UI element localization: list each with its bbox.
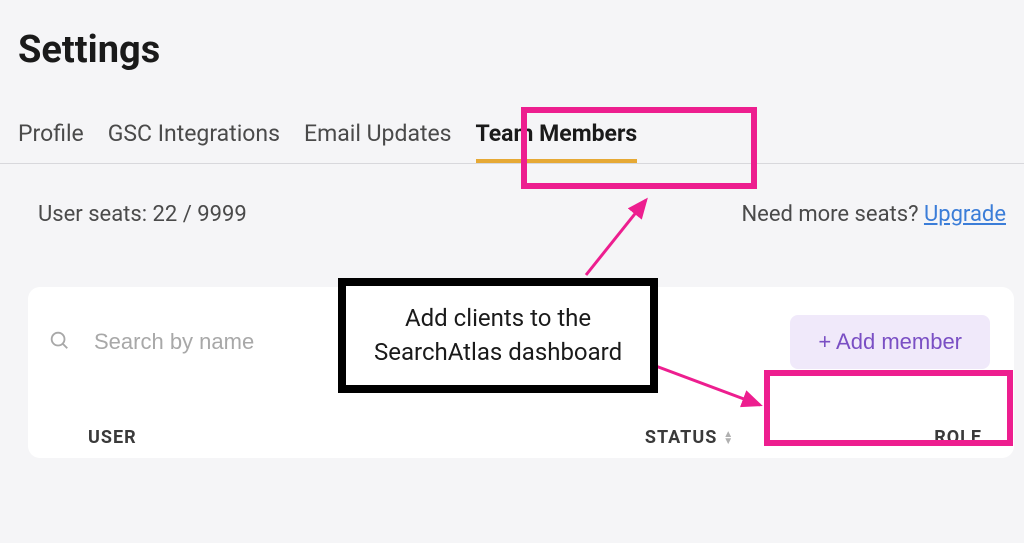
- tab-email-updates[interactable]: Email Updates: [304, 120, 452, 163]
- upgrade-prompt-text: Need more seats?: [741, 202, 924, 227]
- column-role[interactable]: ROLE: [934, 427, 982, 448]
- tab-team-members[interactable]: Team Members: [476, 120, 638, 163]
- upgrade-prompt: Need more seats? Upgrade: [741, 202, 1006, 227]
- tab-profile[interactable]: Profile: [18, 120, 84, 163]
- annotation-line-2: SearchAtlas dashboard: [374, 336, 622, 370]
- seats-count: User seats: 22 / 9999: [38, 202, 247, 227]
- sort-icon: ▲▼: [723, 431, 734, 445]
- annotation-callout: Add clients to the SearchAtlas dashboard: [338, 278, 658, 393]
- search-icon: [48, 329, 70, 355]
- column-status[interactable]: STATUS ▲▼: [645, 427, 734, 448]
- column-user[interactable]: USER: [88, 427, 645, 448]
- page-title: Settings: [0, 0, 1024, 72]
- upgrade-link[interactable]: Upgrade: [924, 202, 1006, 227]
- tab-gsc-integrations[interactable]: GSC Integrations: [108, 120, 280, 163]
- seats-row: User seats: 22 / 9999 Need more seats? U…: [0, 164, 1024, 227]
- column-status-label: STATUS: [645, 427, 717, 448]
- add-member-button[interactable]: + Add member: [790, 315, 990, 369]
- annotation-line-1: Add clients to the: [374, 302, 622, 336]
- table-header: USER STATUS ▲▼ ROLE: [28, 397, 1014, 458]
- tabs-container: Profile GSC Integrations Email Updates T…: [0, 72, 1024, 164]
